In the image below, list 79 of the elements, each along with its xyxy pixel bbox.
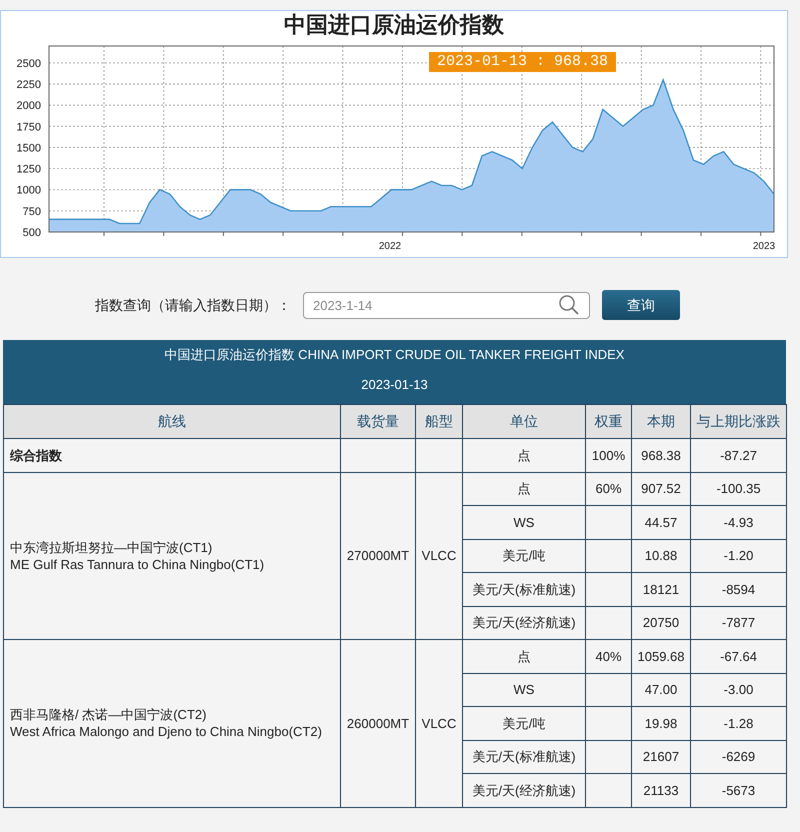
y-axis-label: 750 bbox=[22, 206, 41, 218]
unit-cell: 美元/天(经济航速) bbox=[462, 606, 586, 640]
unit-cell: 美元/吨 bbox=[462, 539, 586, 572]
current-value-cell: 21607 bbox=[632, 740, 690, 774]
current-value-cell: 47.00 bbox=[632, 673, 690, 706]
column-header: 权重 bbox=[586, 404, 632, 438]
search-icon[interactable] bbox=[558, 294, 580, 316]
weight-cell bbox=[586, 506, 632, 539]
unit-cell: 美元/天(标准航速) bbox=[462, 572, 586, 606]
column-header: 载货量 bbox=[340, 404, 416, 438]
query-label: 指数查询（请输入指数日期）： bbox=[95, 296, 292, 314]
route-cell: 西非马隆格/ 杰诺—中国宁波(CT2) West Africa Malongo and Djeno to China Ningbo(CT2) bbox=[4, 640, 340, 807]
current-value-cell: 907.52 bbox=[632, 472, 690, 506]
y-axis-label: 1000 bbox=[16, 184, 41, 197]
change-cell: -67.64 bbox=[690, 640, 786, 673]
y-axis-label: 2000 bbox=[16, 100, 41, 112]
query-button[interactable]: 查询 bbox=[602, 290, 680, 320]
change-cell: -87.27 bbox=[690, 438, 786, 472]
column-header: 航线 bbox=[4, 404, 340, 438]
change-cell: -100.35 bbox=[690, 472, 786, 506]
change-cell: -4.93 bbox=[690, 506, 786, 539]
weight-cell bbox=[586, 572, 632, 606]
current-value-cell: 10.88 bbox=[632, 539, 690, 572]
unit-cell: WS bbox=[462, 673, 586, 706]
route-cell: 综合指数 bbox=[4, 438, 340, 472]
x-axis-label: 2023 bbox=[752, 241, 776, 252]
y-axis-label: 500 bbox=[22, 227, 41, 239]
weight-cell: 40% bbox=[586, 640, 632, 673]
y-axis-label: 1500 bbox=[16, 142, 41, 154]
route-cell: 中东湾拉斯坦努拉—中国宁波(CT1) ME Gulf Ras Tannura to China Ningbo(CT1) bbox=[4, 472, 340, 640]
current-value-cell: 19.98 bbox=[632, 706, 690, 740]
unit-cell: 美元/天(经济航速) bbox=[462, 774, 586, 807]
table-date: 2023-01-13 bbox=[361, 377, 428, 393]
weight-cell: 60% bbox=[586, 472, 632, 506]
current-value-cell: 18121 bbox=[632, 572, 690, 606]
weight-cell bbox=[586, 774, 632, 807]
change-cell: -7877 bbox=[690, 606, 786, 640]
weight-cell bbox=[586, 539, 632, 572]
current-value-cell: 44.57 bbox=[632, 506, 690, 539]
y-axis-label: 2500 bbox=[16, 58, 41, 70]
change-cell: -6269 bbox=[690, 740, 786, 774]
change-cell: -1.20 bbox=[690, 539, 786, 572]
y-axis-label: 1250 bbox=[16, 164, 41, 176]
current-value-cell: 21133 bbox=[632, 774, 690, 807]
change-cell: -1.28 bbox=[690, 706, 786, 740]
column-header: 船型 bbox=[416, 404, 462, 438]
unit-cell: 美元/天(标准航速) bbox=[462, 740, 586, 774]
column-header: 本期 bbox=[632, 404, 690, 438]
y-axis-label: 2250 bbox=[16, 79, 41, 92]
date-input[interactable]: 2023-1-14 bbox=[304, 292, 558, 318]
weight-cell bbox=[586, 673, 632, 706]
unit-cell: 点 bbox=[462, 640, 586, 673]
unit-cell: 点 bbox=[462, 472, 586, 506]
ship-type-cell: VLCC bbox=[416, 640, 462, 807]
change-cell: -5673 bbox=[690, 774, 786, 807]
weight-cell bbox=[586, 606, 632, 640]
date-input-field[interactable]: 2023-1-14 bbox=[303, 292, 590, 318]
table-title: 中国进口原油运价指数 CHINA IMPORT CRUDE OIL TANKER FREIGHT INDEX bbox=[164, 347, 624, 363]
change-cell: -8594 bbox=[690, 572, 786, 606]
change-cell: -3.00 bbox=[690, 673, 786, 706]
chart-title: 中国进口原油运价指数 bbox=[284, 12, 504, 40]
date-value-badge: 2023-01-13 : 968.38 bbox=[429, 52, 616, 72]
unit-cell: 美元/吨 bbox=[462, 706, 586, 740]
unit-cell: 点 bbox=[462, 438, 586, 472]
weight-cell bbox=[586, 740, 632, 774]
cargo-cell: 260000MT bbox=[340, 640, 416, 807]
unit-cell: WS bbox=[462, 506, 586, 539]
current-value-cell: 1059.68 bbox=[632, 640, 690, 673]
weight-cell: 100% bbox=[586, 438, 632, 472]
current-value-cell: 968.38 bbox=[632, 438, 690, 472]
cargo-cell: 270000MT bbox=[340, 472, 416, 640]
current-value-cell: 20750 bbox=[632, 606, 690, 640]
ship-type-cell bbox=[416, 438, 462, 472]
y-axis-label: 1750 bbox=[16, 121, 41, 134]
column-header: 与上期比涨跌 bbox=[690, 404, 786, 438]
column-header: 单位 bbox=[462, 404, 586, 438]
x-axis-label: 2022 bbox=[378, 241, 402, 252]
ship-type-cell: VLCC bbox=[416, 472, 462, 640]
weight-cell bbox=[586, 706, 632, 740]
